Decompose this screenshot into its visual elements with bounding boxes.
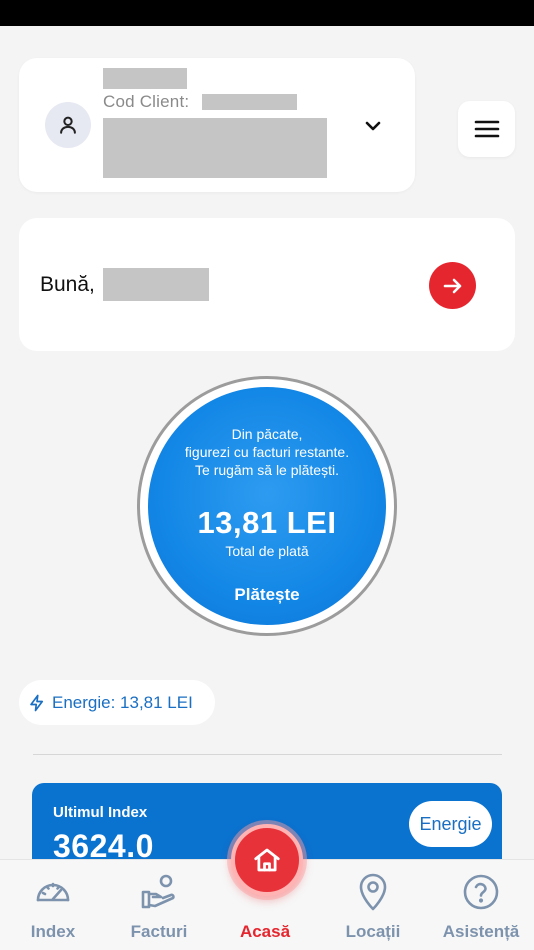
redacted-user-name — [103, 268, 209, 301]
pay-button[interactable]: Plătește — [148, 585, 386, 605]
help-circle-icon — [463, 874, 499, 910]
last-index-title: Ultimul Index — [53, 804, 148, 821]
tab-index-label: Index — [30, 922, 76, 941]
balance-widget: Din păcate, figurezi cu facturi restante… — [137, 376, 397, 636]
overdue-message-line-3: Te rugăm să le plătești. — [195, 462, 339, 478]
balance-circle[interactable]: Din păcate, figurezi cu facturi restante… — [148, 387, 386, 625]
overdue-message-line-1: Din păcate, — [231, 426, 303, 442]
tab-support[interactable]: Asistență — [428, 860, 534, 950]
tab-support-label: Asistență — [442, 922, 520, 941]
tab-index[interactable]: Index — [0, 860, 106, 950]
user-icon — [60, 116, 76, 134]
greeting-arrow-button[interactable] — [429, 262, 476, 309]
energy-type-pill[interactable]: Energie — [409, 801, 492, 847]
overdue-message-line-2: figurezi cu facturi restante. — [184, 444, 350, 460]
account-selector[interactable]: Cod Client: — [19, 58, 415, 192]
tab-locations[interactable]: Locații — [320, 860, 426, 950]
client-code-label: Cod Client: — [103, 92, 190, 111]
energy-balance-label: Energie: 13,81 LEI — [52, 692, 193, 712]
chevron-down-icon[interactable] — [361, 114, 385, 138]
redacted-client-code — [202, 94, 297, 110]
greeting-card[interactable]: Bună, — [19, 218, 515, 351]
lightning-icon — [30, 694, 44, 711]
balance-amount: 13,81 LEI — [197, 505, 337, 540]
location-pin-icon — [359, 873, 387, 911]
status-bar — [0, 0, 534, 26]
hamburger-icon — [474, 120, 499, 138]
hand-bill-icon — [141, 874, 175, 909]
gauge-icon — [36, 882, 70, 902]
greeting-text: Bună, — [40, 273, 95, 296]
tab-invoices-label: Facturi — [130, 922, 188, 941]
energy-balance-chip[interactable]: Energie: 13,81 LEI — [19, 680, 215, 725]
divider — [33, 754, 502, 755]
tab-invoices[interactable]: Facturi — [106, 860, 212, 950]
home-icon — [254, 848, 280, 872]
menu-button[interactable] — [458, 101, 515, 157]
tab-home-label: Acasă — [239, 922, 291, 941]
tab-locations-label: Locații — [345, 922, 401, 941]
avatar — [45, 102, 91, 148]
arrow-right-icon — [443, 278, 461, 293]
redacted-client-address — [103, 118, 327, 178]
total-label: Total de plată — [225, 543, 309, 559]
redacted-client-name — [103, 68, 187, 89]
home-fab-button[interactable] — [231, 824, 303, 896]
